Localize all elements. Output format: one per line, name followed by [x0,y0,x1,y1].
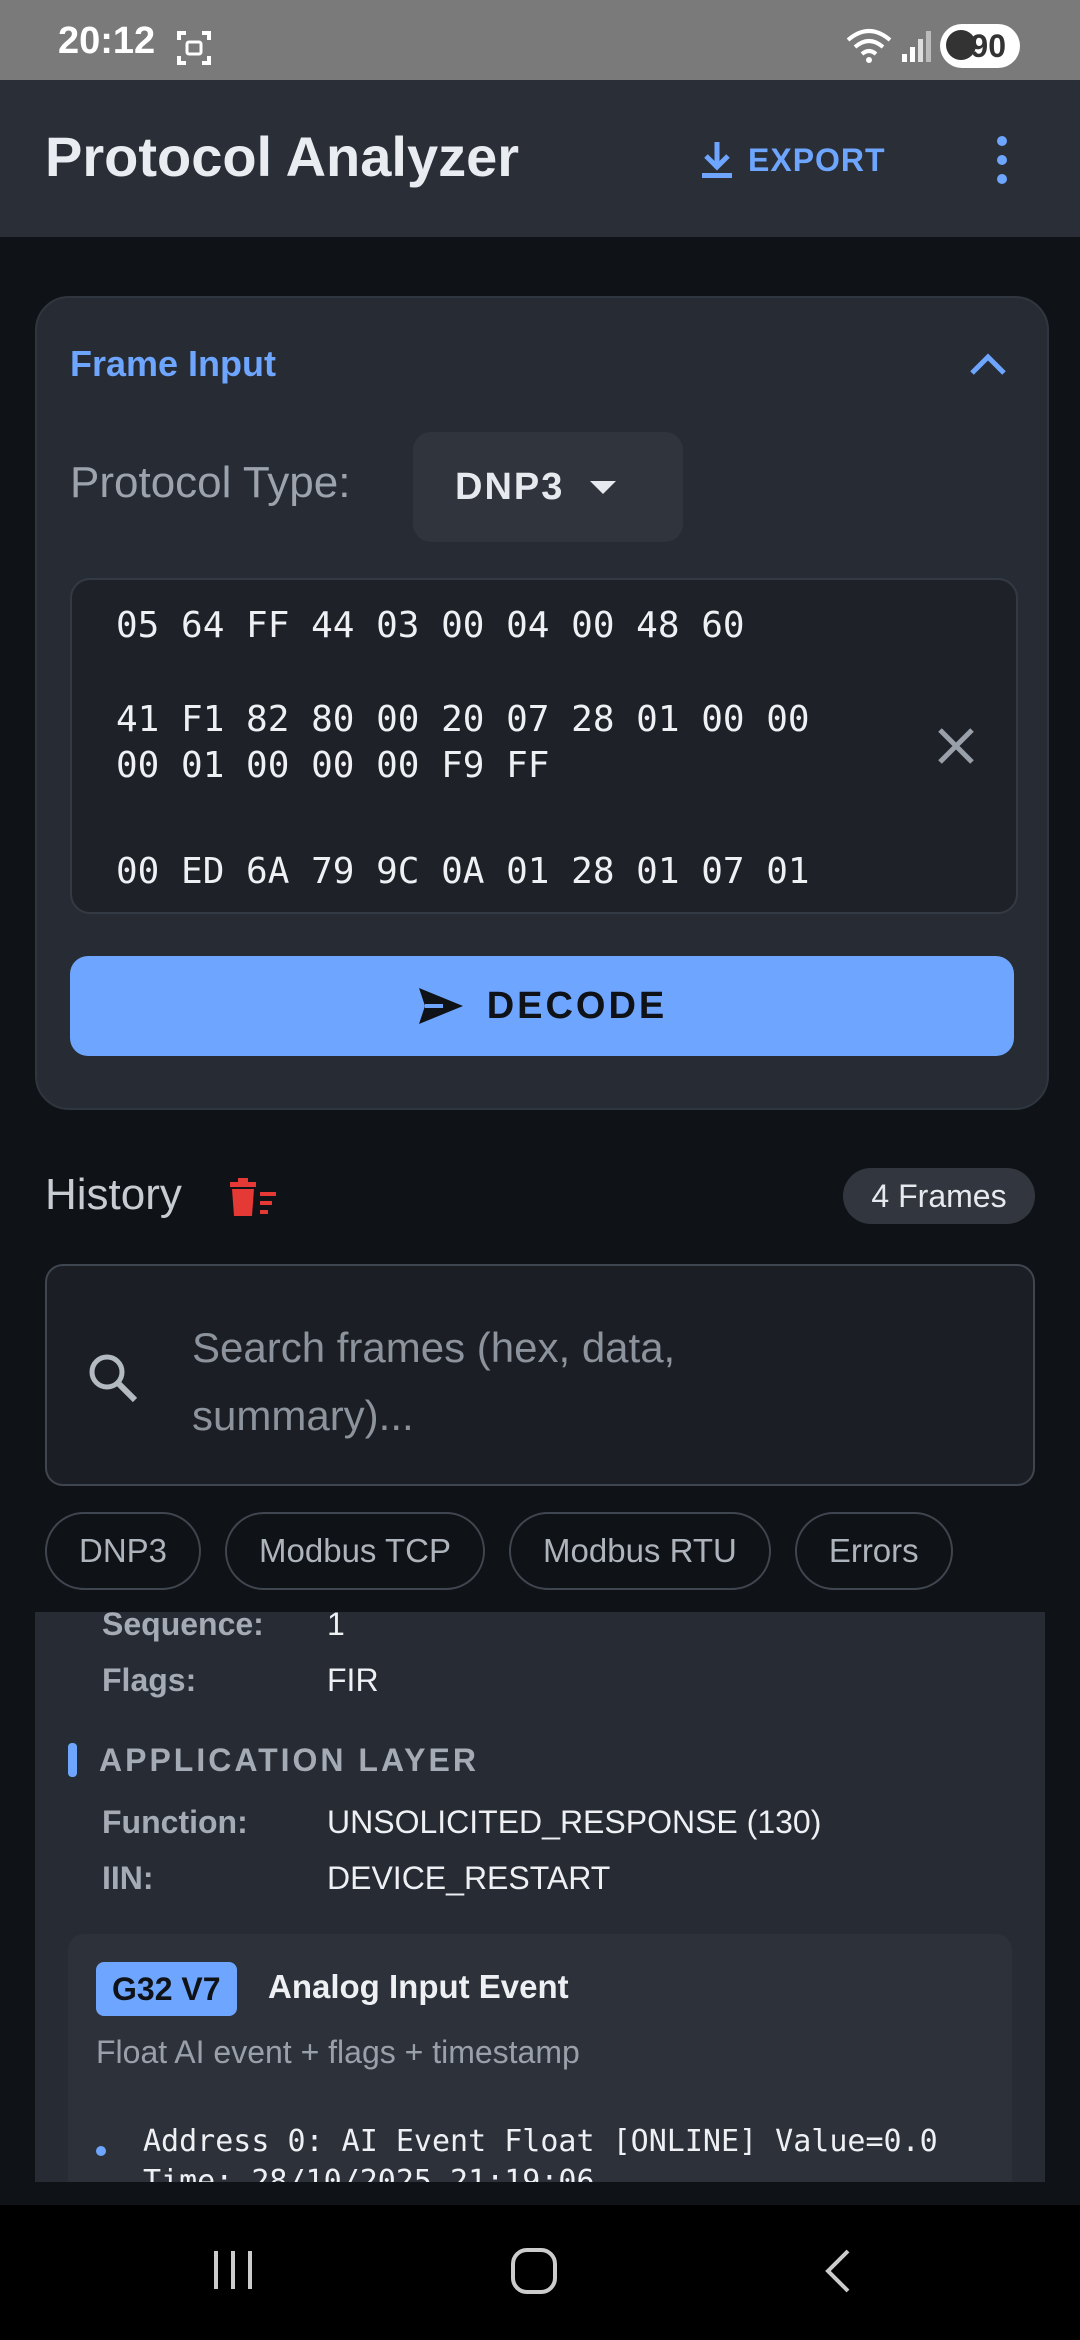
flags-value: FIR [327,1662,379,1698]
hex-line: 41 F1 82 80 00 20 07 28 01 00 00 [116,699,810,740]
hex-frame-input[interactable]: 05 64 FF 44 03 00 04 00 48 60 41 F1 82 8… [70,578,1018,914]
screenshot-icon [177,31,211,65]
iin-key: IIN: [102,1860,154,1896]
search-icon [89,1354,138,1403]
hex-line: 05 64 FF 44 03 00 04 00 48 60 [116,605,745,646]
object-description: Float AI event + flags + timestamp [96,2034,580,2070]
export-button[interactable]: EXPORT [700,132,886,188]
system-nav-bar [0,2205,1080,2340]
protocol-type-label: Protocol Type: [70,458,351,507]
status-time: 20:12 [58,20,156,62]
section-accent-bar [68,1743,77,1777]
send-icon [418,988,463,1024]
caret-down-icon [590,480,617,494]
clear-icon[interactable] [936,726,976,766]
sequence-key: Sequence: [102,1612,264,1642]
export-label: EXPORT [748,141,886,178]
back-icon[interactable] [820,2247,854,2295]
filter-chip-modbus-rtu[interactable]: Modbus RTU [509,1512,771,1590]
home-icon[interactable] [510,2247,558,2295]
frame-detail-panel[interactable]: Sequence: 1 Flags: FIR APPLICATION LAYER… [35,1612,1045,2182]
search-frames-field[interactable]: Search frames (hex, data, summary)... [45,1264,1035,1486]
recent-apps-icon[interactable] [210,2247,256,2293]
frame-input-card: Frame Input Protocol Type: DNP3 05 64 FF… [35,296,1049,1110]
hex-line: 00 01 00 00 00 F9 FF [116,745,550,786]
decode-button[interactable]: DECODE [70,956,1014,1056]
object-group-tag: G32 V7 [96,1962,237,2016]
cellular-signal-icon [902,31,931,62]
clear-history-trash-icon[interactable] [228,1178,278,1218]
filter-chips: DNP3 Modbus TCP Modbus RTU Errors [45,1512,953,1592]
section-title: APPLICATION LAYER [99,1741,479,1778]
frames-count-badge: 4 Frames [843,1168,1035,1224]
history-title: History [45,1170,182,1219]
hex-line: 00 ED 6A 79 9C 0A 01 28 01 07 01 [116,851,810,892]
bullet-dot [96,2146,106,2156]
flags-key: Flags: [102,1662,197,1698]
filter-chip-modbus-tcp[interactable]: Modbus TCP [225,1512,486,1590]
search-placeholder: Search frames (hex, data, summary)... [192,1324,676,1439]
application-layer-header: APPLICATION LAYER [68,1740,479,1780]
sequence-value: 1 [327,1612,345,1642]
filter-chip-dnp3[interactable]: DNP3 [45,1512,202,1590]
status-bar: 20:12 90 [0,0,1080,80]
download-icon [702,142,732,178]
object-point-line2: Time: 28/10/2025 21:19:06 [143,2164,595,2182]
object-name: Analog Input Event [268,1968,569,2005]
app-bar: Protocol Analyzer EXPORT [0,80,1080,237]
battery-indicator: 90 [940,24,1020,68]
more-options-icon[interactable] [990,135,1014,185]
decode-label: DECODE [486,984,668,1027]
object-point-line1: Address 0: AI Event Float [ONLINE] Value… [143,2124,938,2159]
protocol-type-dropdown[interactable]: DNP3 [413,432,683,542]
iin-value: DEVICE_RESTART [327,1860,611,1896]
function-key: Function: [102,1804,248,1840]
app-title: Protocol Analyzer [45,125,520,188]
frame-input-heading[interactable]: Frame Input [70,343,276,385]
function-value: UNSOLICITED_RESPONSE (130) [327,1804,822,1840]
wifi-icon [846,29,892,63]
battery-saver-icon [946,30,976,60]
filter-chip-errors[interactable]: Errors [794,1512,953,1590]
object-card: G32 V7 Analog Input Event Float AI event… [68,1934,1012,2182]
protocol-type-value: DNP3 [455,465,565,508]
object-point: Address 0: AI Event Float [ONLINE] Value… [143,2122,938,2182]
chevron-up-icon[interactable] [969,352,1007,376]
